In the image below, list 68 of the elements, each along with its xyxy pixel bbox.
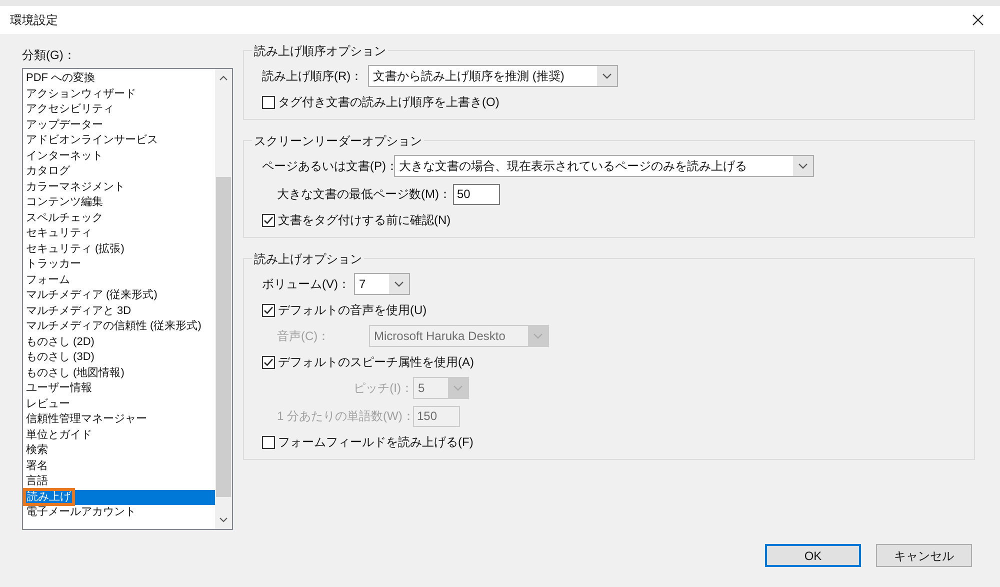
category-item[interactable]: ものさし (地図情報) bbox=[23, 366, 215, 381]
field-label: ピッチ(I)： bbox=[352, 380, 413, 397]
checkbox[interactable] bbox=[262, 304, 275, 316]
category-item[interactable]: 単位とガイド bbox=[23, 428, 215, 443]
category-item[interactable]: 電子メールアカウント bbox=[23, 505, 215, 520]
field-label: 大きな文書の最低ページ数(M)： bbox=[277, 186, 452, 203]
input-field[interactable]: 50 bbox=[453, 184, 500, 204]
category-item[interactable]: マルチメディア (従来形式) bbox=[23, 288, 215, 304]
category-item[interactable]: 読み上げ bbox=[23, 490, 215, 505]
category-item[interactable]: ものさし (2D) bbox=[23, 334, 215, 350]
category-label: 分類(G)： bbox=[22, 47, 76, 64]
scrollbar[interactable] bbox=[215, 69, 232, 529]
category-item[interactable]: セキュリティ (拡張) bbox=[23, 242, 215, 257]
group-title: 読み上げ順序オプション bbox=[252, 42, 388, 60]
category-item[interactable]: インターネット bbox=[23, 148, 215, 164]
category-item[interactable]: アップデーター bbox=[23, 118, 215, 133]
field-label: 読み上げ順序(R)： bbox=[262, 68, 364, 85]
field-label: ボリューム(V)： bbox=[262, 276, 351, 293]
category-item[interactable]: 署名 bbox=[23, 458, 215, 474]
category-item[interactable]: アドビオンラインサービス bbox=[23, 133, 215, 148]
checkbox-label: デフォルトの音声を使用(U) bbox=[278, 302, 427, 319]
checkbox[interactable] bbox=[262, 436, 275, 448]
dropdown-value: 文書から読み上げ順序を推測 (推奨) bbox=[369, 66, 597, 86]
category-item[interactable]: フォーム bbox=[23, 272, 215, 288]
category-item[interactable]: カタログ bbox=[23, 164, 215, 180]
category-item[interactable]: スペルチェック bbox=[23, 210, 215, 226]
dropdown-value: 7 bbox=[355, 274, 389, 294]
checkbox[interactable] bbox=[262, 356, 275, 368]
checkbox-label: デフォルトのスピーチ属性を使用(A) bbox=[278, 354, 474, 371]
checkmark-icon bbox=[263, 214, 274, 226]
group-title: スクリーンリーダーオプション bbox=[252, 132, 424, 150]
field-label: 音声(C)： bbox=[277, 328, 331, 345]
category-item[interactable]: PDF への変換 bbox=[23, 71, 215, 86]
category-item[interactable]: マルチメディアと 3D bbox=[23, 304, 215, 319]
checkmark-icon bbox=[263, 304, 274, 316]
checkmark-icon bbox=[263, 356, 274, 368]
scroll-down-icon bbox=[219, 517, 228, 523]
checkbox-label: 文書をタグ付けする前に確認(N) bbox=[278, 212, 451, 229]
category-item[interactable]: カラーマネジメント bbox=[23, 180, 215, 195]
field-label: 1 分あたりの単語数(W)： bbox=[277, 408, 413, 425]
category-item[interactable]: ユーザー情報 bbox=[23, 381, 215, 396]
field-label: ページあるいは文書(P)： bbox=[262, 158, 394, 175]
dropdown-value: Microsoft Haruka Deskto bbox=[370, 326, 528, 346]
window-title: 環境設定 bbox=[10, 12, 58, 29]
checkbox[interactable] bbox=[262, 96, 275, 108]
category-item[interactable]: レビュー bbox=[23, 396, 215, 412]
dropdown[interactable]: 7 bbox=[354, 273, 410, 295]
checkbox-label: フォームフィールドを読み上げる(F) bbox=[278, 434, 474, 451]
category-item[interactable]: 検索 bbox=[23, 443, 215, 458]
dropdown[interactable]: 文書から読み上げ順序を推測 (推奨) bbox=[368, 65, 618, 87]
category-item[interactable]: コンテンツ編集 bbox=[23, 195, 215, 210]
category-item[interactable]: アクションウィザード bbox=[23, 86, 215, 102]
dropdown-value: 5 bbox=[414, 378, 448, 398]
category-item[interactable]: トラッカー bbox=[23, 257, 215, 272]
dialog-button[interactable]: OK bbox=[765, 544, 861, 567]
dialog-button[interactable]: キャンセル bbox=[876, 544, 972, 567]
category-item[interactable]: ものさし (3D) bbox=[23, 350, 215, 366]
category-item[interactable]: 言語 bbox=[23, 474, 215, 490]
checkbox-label: タグ付き文書の読み上げ順序を上書き(O) bbox=[278, 94, 500, 111]
close-icon bbox=[972, 14, 984, 26]
checkbox[interactable] bbox=[262, 214, 275, 226]
category-item[interactable]: セキュリティ bbox=[23, 226, 215, 242]
scroll-up-icon bbox=[219, 75, 228, 81]
category-item[interactable]: マルチメディアの信頼性 (従来形式) bbox=[23, 319, 215, 334]
scroll-thumb[interactable] bbox=[216, 177, 231, 497]
category-item[interactable]: 信頼性管理マネージャー bbox=[23, 412, 215, 428]
group-title: 読み上げオプション bbox=[252, 250, 364, 268]
category-item[interactable]: アクセシビリティ bbox=[23, 102, 215, 118]
